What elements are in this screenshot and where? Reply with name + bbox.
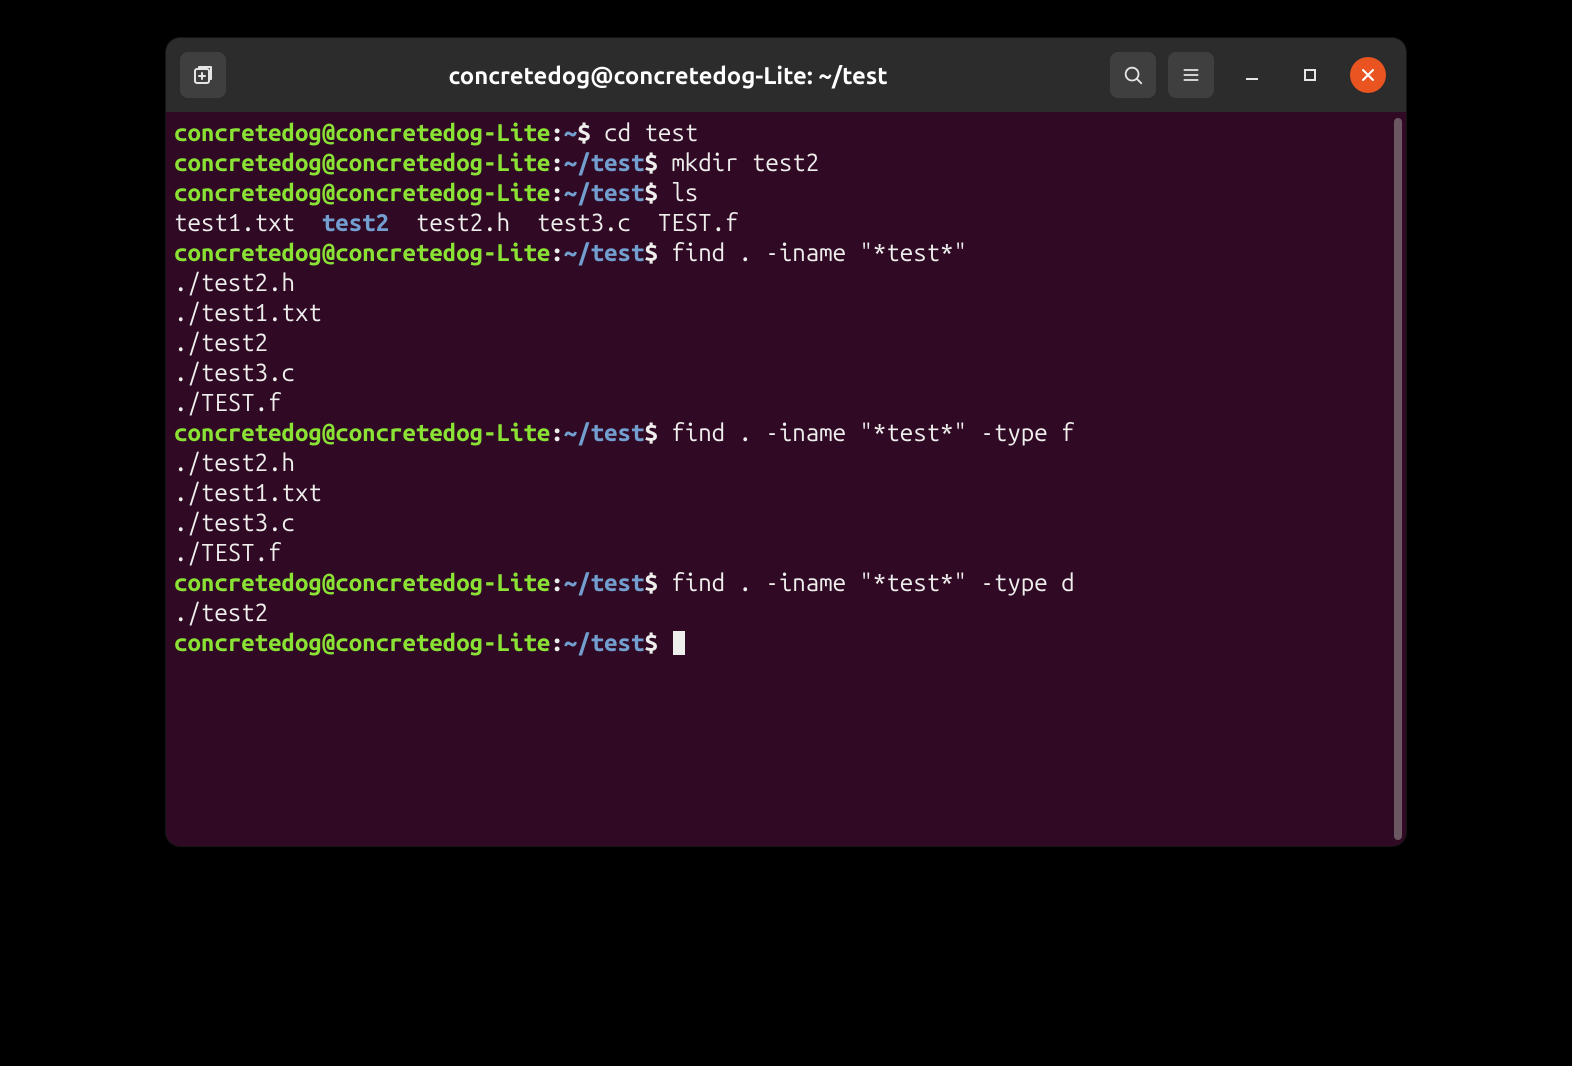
scrollbar[interactable] [1394, 112, 1406, 846]
prompt-colon: : [550, 629, 563, 656]
prompt-dollar: $ [644, 239, 657, 266]
output-text: ./test2 [174, 329, 268, 356]
new-tab-icon [191, 63, 215, 87]
output-text: ./test2.h [174, 449, 295, 476]
window-title: concretedog@concretedog-Lite: ~/test [238, 62, 1098, 89]
cursor [673, 631, 685, 655]
command-text: ls [658, 179, 698, 206]
maximize-button[interactable] [1292, 57, 1328, 93]
prompt-user-host: concretedog@concretedog-Lite [174, 119, 550, 146]
search-button[interactable] [1110, 52, 1156, 98]
minimize-button[interactable] [1234, 57, 1270, 93]
prompt-path: ~/test [564, 239, 645, 266]
prompt-user-host: concretedog@concretedog-Lite [174, 629, 550, 656]
command-text: cd test [591, 119, 699, 146]
prompt-path: ~/test [564, 629, 645, 656]
prompt-dollar: $ [644, 419, 657, 446]
directory-name: test2 [322, 209, 389, 236]
minimize-icon [1244, 67, 1260, 83]
search-icon [1122, 64, 1144, 86]
prompt-user-host: concretedog@concretedog-Lite [174, 179, 550, 206]
prompt-dollar: $ [644, 179, 657, 206]
maximize-icon [1303, 68, 1317, 82]
prompt-dollar: $ [644, 569, 657, 596]
window-controls [1234, 57, 1386, 93]
output-text: ./test2.h [174, 269, 295, 296]
prompt-colon: : [550, 119, 563, 146]
prompt-path: ~/test [564, 179, 645, 206]
terminal-window: concretedog@concretedog-Lite: ~/test [166, 38, 1406, 846]
scrollbar-thumb[interactable] [1394, 118, 1402, 840]
output-text: ./test1.txt [174, 479, 322, 506]
command-text [658, 629, 671, 656]
output-text: ./test3.c [174, 509, 295, 536]
prompt-user-host: concretedog@concretedog-Lite [174, 569, 550, 596]
command-text: find . -iname "*test*" [658, 239, 967, 266]
prompt-colon: : [550, 239, 563, 266]
output-text: ./test1.txt [174, 299, 322, 326]
prompt-path: ~/test [564, 569, 645, 596]
prompt-path: ~/test [564, 419, 645, 446]
prompt-colon: : [550, 569, 563, 596]
prompt-user-host: concretedog@concretedog-Lite [174, 239, 550, 266]
hamburger-icon [1181, 65, 1201, 85]
command-text: find . -iname "*test*" -type d [658, 569, 1075, 596]
new-tab-button[interactable] [180, 52, 226, 98]
menu-button[interactable] [1168, 52, 1214, 98]
prompt-user-host: concretedog@concretedog-Lite [174, 149, 550, 176]
close-button[interactable] [1350, 57, 1386, 93]
output-text: test1.txt [174, 209, 322, 236]
prompt-path: ~/test [564, 149, 645, 176]
titlebar: concretedog@concretedog-Lite: ~/test [166, 38, 1406, 112]
prompt-dollar: $ [577, 119, 590, 146]
prompt-colon: : [550, 149, 563, 176]
output-text: ./test3.c [174, 359, 295, 386]
command-text: find . -iname "*test*" -type f [658, 419, 1075, 446]
terminal-output[interactable]: concretedog@concretedog-Lite:~$ cd test … [166, 112, 1394, 846]
prompt-dollar: $ [644, 149, 657, 176]
close-icon [1361, 68, 1375, 82]
prompt-colon: : [550, 179, 563, 206]
prompt-user-host: concretedog@concretedog-Lite [174, 419, 550, 446]
terminal-area: concretedog@concretedog-Lite:~$ cd test … [166, 112, 1406, 846]
prompt-dollar: $ [644, 629, 657, 656]
prompt-colon: : [550, 419, 563, 446]
output-text: test2.h test3.c TEST.f [389, 209, 738, 236]
prompt-path: ~ [564, 119, 577, 146]
output-text: ./TEST.f [174, 389, 282, 416]
output-text: ./test2 [174, 599, 268, 626]
output-text: ./TEST.f [174, 539, 282, 566]
command-text: mkdir test2 [658, 149, 819, 176]
